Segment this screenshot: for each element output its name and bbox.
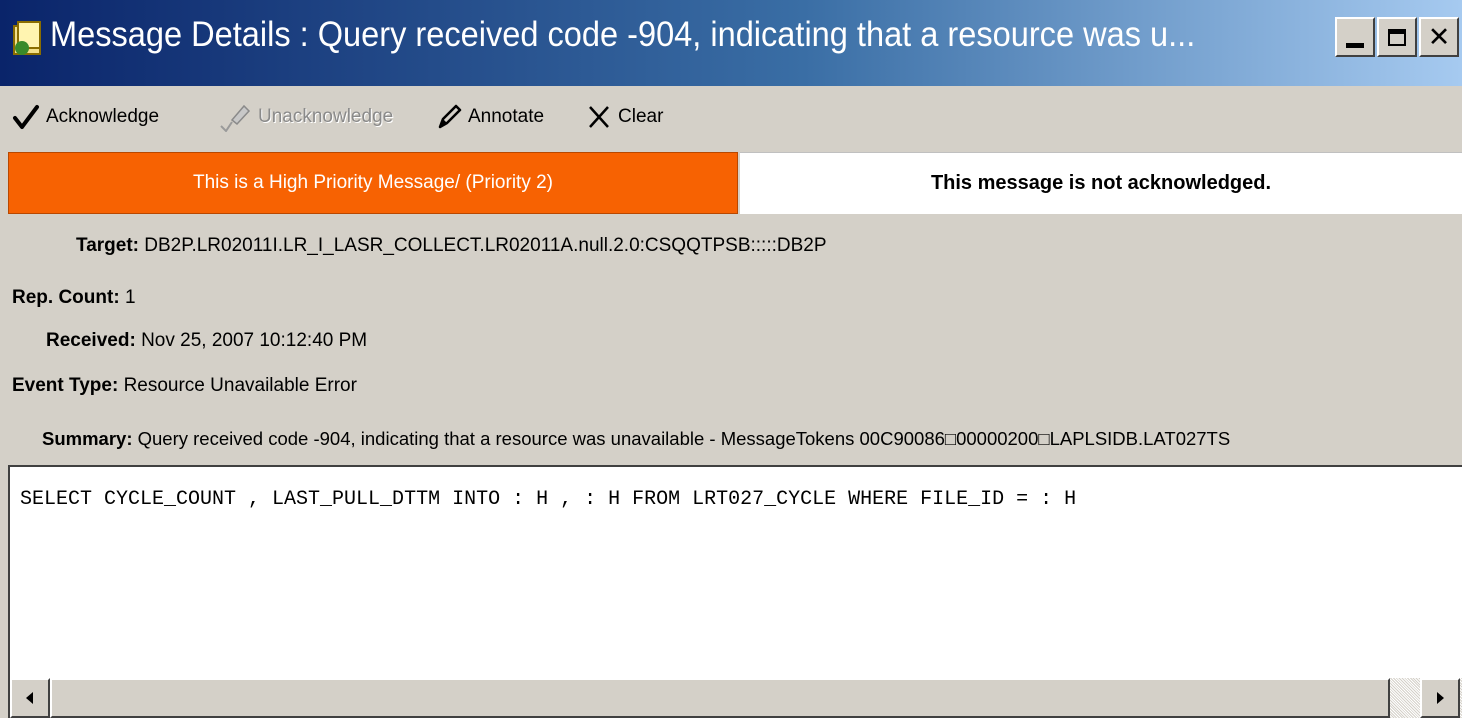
clear-label: Clear	[618, 106, 664, 127]
scroll-left-button[interactable]	[10, 678, 50, 718]
arrow-right-icon	[1437, 692, 1444, 704]
received-row: Received: Nov 25, 2007 10:12:40 PM	[46, 326, 367, 356]
minimize-icon	[1346, 42, 1364, 48]
annotate-button[interactable]: Annotate	[436, 100, 544, 134]
received-label: Received:	[46, 330, 136, 351]
unacknowledge-button[interactable]: Unacknowledge	[218, 100, 393, 134]
checkmark-icon	[13, 105, 39, 129]
acknowledge-button[interactable]: Acknowledge	[12, 100, 159, 134]
close-icon: ✕	[1427, 21, 1451, 53]
acknowledgement-status: This message is not acknowledged.	[740, 152, 1462, 214]
event-type-row: Event Type: Resource Unavailable Error	[12, 371, 357, 401]
status-row: This is a High Priority Message/ (Priori…	[8, 152, 1462, 214]
priority-banner: This is a High Priority Message/ (Priori…	[8, 152, 738, 214]
event-type-value: Resource Unavailable Error	[123, 375, 357, 396]
received-value: Nov 25, 2007 10:12:40 PM	[141, 330, 368, 351]
scroll-thumb[interactable]	[50, 678, 1390, 718]
summary-row: Summary: Query received code -904, indic…	[42, 424, 1230, 454]
maximize-button[interactable]	[1377, 17, 1417, 57]
summary-label: Summary:	[42, 428, 133, 449]
scroll-right-button[interactable]	[1420, 678, 1460, 718]
pencil-icon	[438, 104, 462, 129]
annotate-label: Annotate	[468, 106, 545, 127]
rep-count-row: Rep. Count: 1	[12, 283, 136, 313]
unacknowledge-icon	[220, 104, 251, 132]
maximize-icon	[1388, 28, 1406, 46]
clear-button[interactable]: Clear	[586, 100, 663, 134]
message-app-icon	[13, 21, 41, 55]
horizontal-scrollbar[interactable]	[10, 678, 1462, 718]
target-value: DB2P.LR02011I.LR_I_LASR_COLLECT.LR02011A…	[144, 235, 827, 256]
toolbar: Acknowledge Unacknowledge Annotate Clear	[0, 86, 1462, 148]
arrow-left-icon	[26, 692, 33, 704]
acknowledge-label: Acknowledge	[46, 106, 160, 127]
rep-count-value: 1	[124, 287, 136, 308]
target-label: Target:	[76, 235, 139, 256]
title-bar[interactable]: Message Details : Query received code -9…	[0, 0, 1462, 86]
message-body-text: SELECT CYCLE_COUNT , LAST_PULL_DTTM INTO…	[20, 488, 1077, 511]
summary-value: Query received code -904, indicating tha…	[137, 428, 1231, 449]
close-button[interactable]: ✕	[1419, 17, 1459, 57]
target-row: Target: DB2P.LR02011I.LR_I_LASR_COLLECT.…	[76, 231, 827, 261]
minimize-button[interactable]	[1335, 17, 1375, 57]
clear-x-icon	[589, 106, 609, 128]
rep-count-label: Rep. Count:	[12, 287, 120, 308]
window-title: Message Details : Query received code -9…	[50, 15, 1196, 54]
unacknowledge-label: Unacknowledge	[258, 106, 394, 127]
event-type-label: Event Type:	[12, 375, 119, 396]
message-text-area[interactable]: SELECT CYCLE_COUNT , LAST_PULL_DTTM INTO…	[8, 465, 1462, 718]
